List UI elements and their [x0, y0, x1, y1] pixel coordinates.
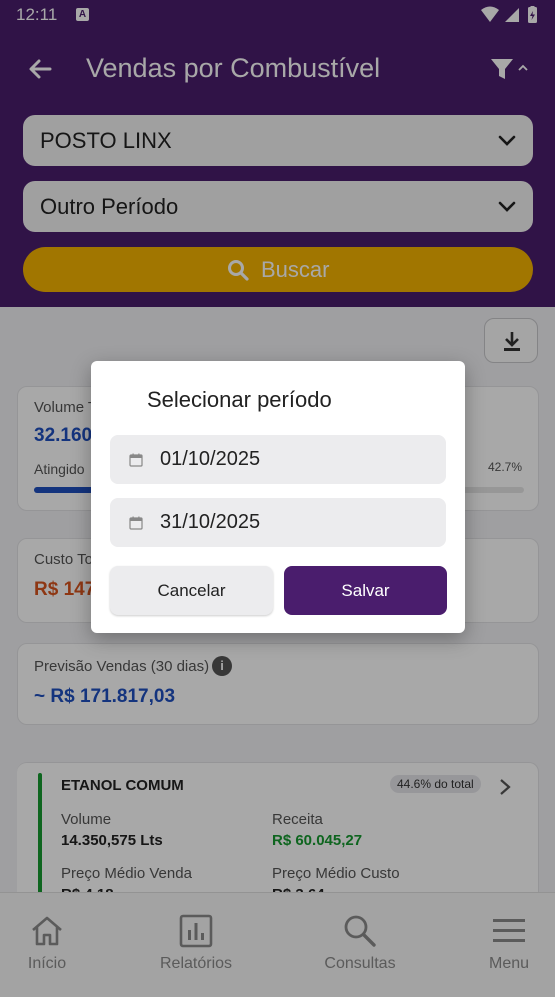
start-date-field[interactable]: 01/10/2025: [110, 435, 446, 484]
end-date-value: 31/10/2025: [160, 511, 261, 533]
save-button[interactable]: Salvar: [284, 566, 447, 615]
end-date-field[interactable]: 31/10/2025: [110, 498, 446, 547]
cancel-button[interactable]: Cancelar: [110, 566, 273, 615]
calendar-icon: [129, 516, 143, 530]
dialog-title: Selecionar período: [147, 387, 332, 412]
start-date-value: 01/10/2025: [160, 448, 261, 470]
period-dialog: Selecionar período 01/10/2025 31/10/2025…: [91, 361, 465, 633]
calendar-icon: [129, 453, 143, 467]
